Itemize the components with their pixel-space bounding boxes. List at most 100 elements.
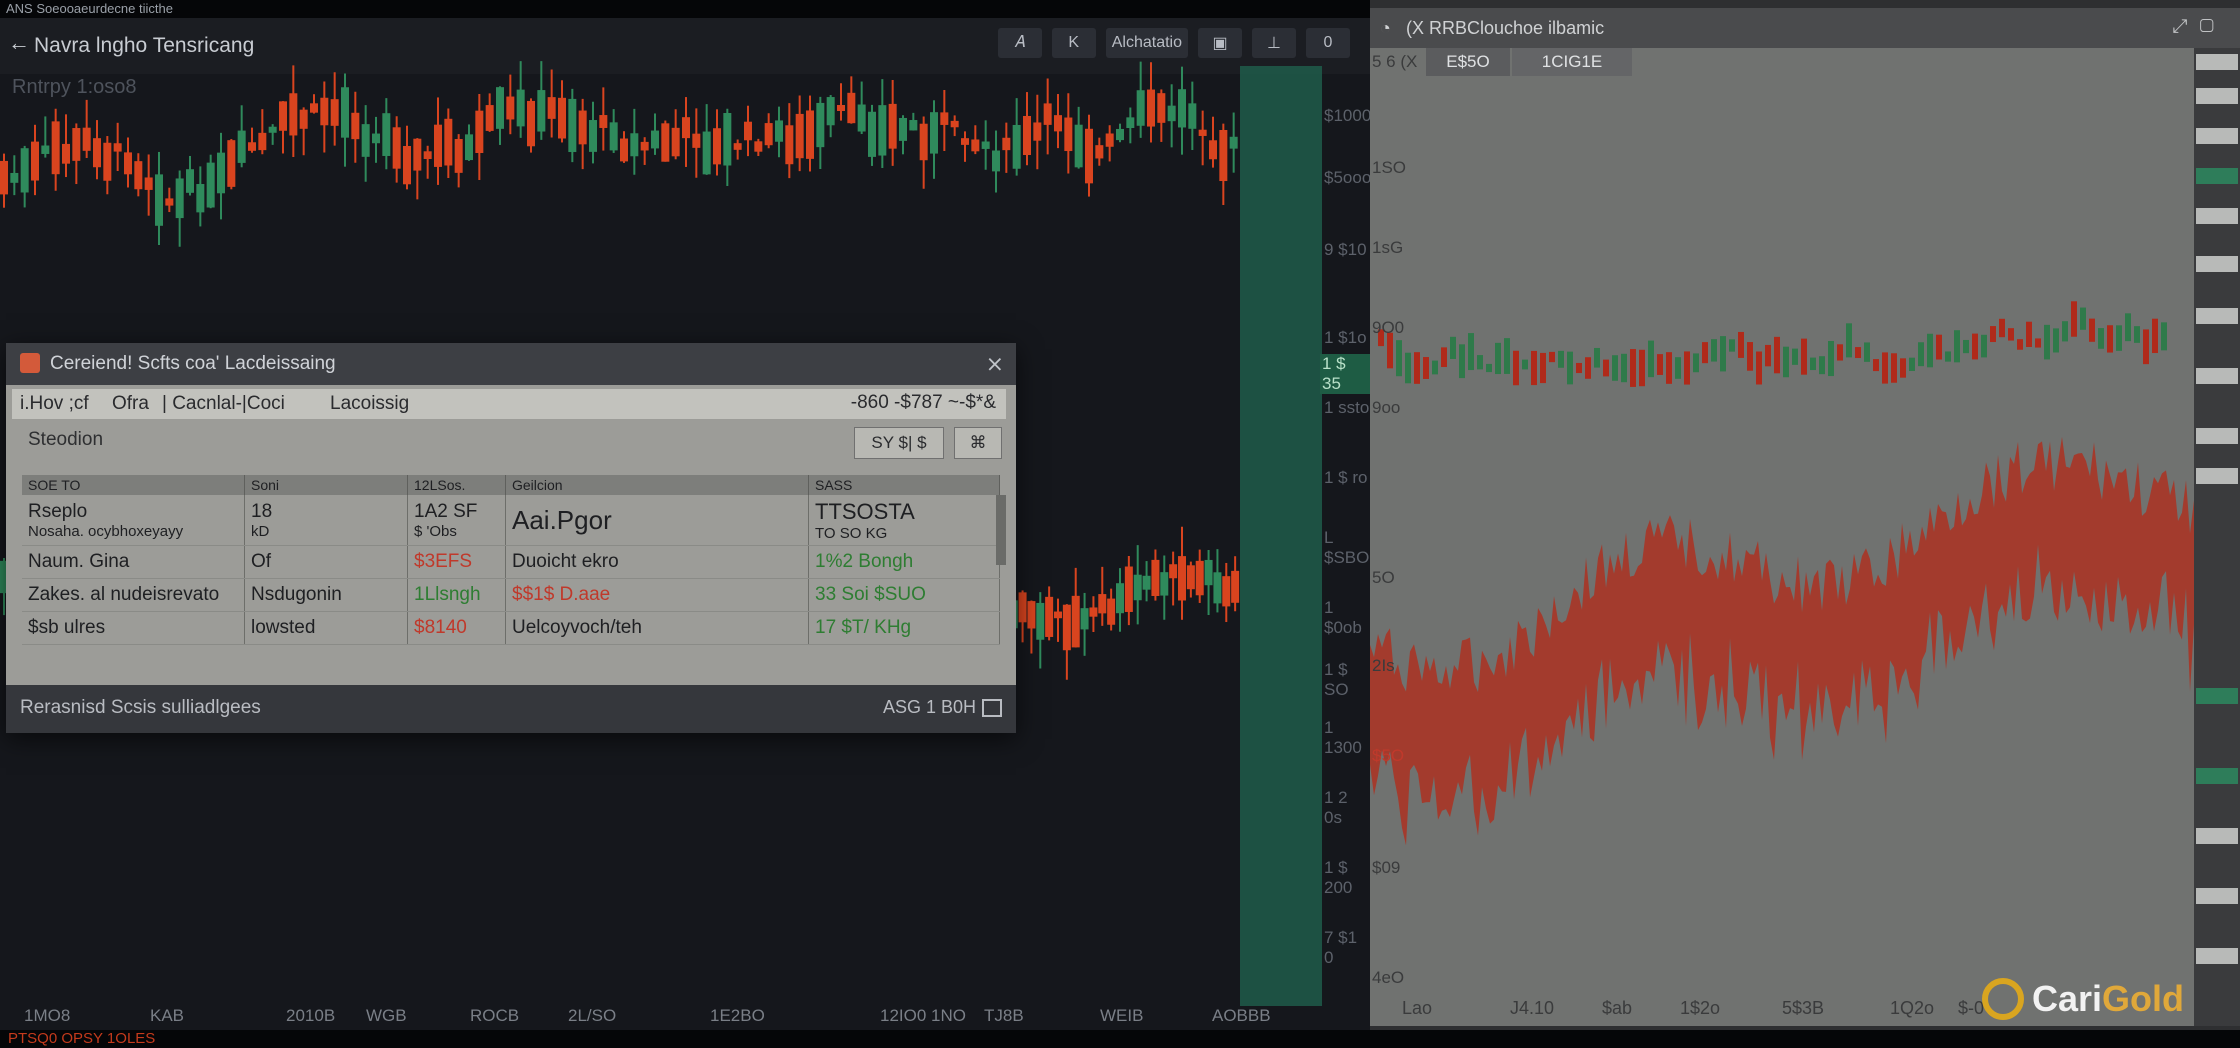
- price-label: 1 1300: [1324, 718, 1362, 757]
- candle: [1396, 340, 1402, 377]
- candle: [1720, 336, 1726, 372]
- cell-sub: Nosaha. ocybhoxeyayy: [28, 522, 184, 540]
- x-label: 5$3B: [1782, 998, 1825, 1018]
- tab-history[interactable]: i.Hov ;cf: [20, 393, 89, 415]
- right-chart-header: ◔ (X RRBClouchoe ilbamic ⤢▢: [1370, 8, 2240, 48]
- area-series: [1370, 436, 2194, 846]
- candle: [1954, 330, 1960, 363]
- column-header[interactable]: SOE TO: [22, 475, 245, 495]
- candle: [1684, 351, 1690, 385]
- y-label: 1SO: [1372, 158, 1407, 177]
- candle: [1936, 334, 1942, 360]
- candle: [1765, 344, 1771, 367]
- candle: [1891, 353, 1897, 383]
- right-chart-title: (X RRBClouchoe ilbamic: [1406, 18, 1605, 38]
- window-controls[interactable]: ⤢▢: [2172, 16, 2226, 38]
- candle: [2008, 328, 2014, 341]
- y-label: 5O: [1372, 568, 1395, 587]
- table-row[interactable]: Naum. Gina Of $3EFS Duoicht ekro 1%2 Bon…: [22, 545, 1000, 579]
- cell-price: $3EFS: [407, 545, 506, 579]
- cell-value: 33 Soi $SUO: [808, 578, 1000, 612]
- trade-table: SOE TO Soni 12LSos. Geilcion SASS Rseplo…: [22, 475, 1000, 645]
- cell-qty: Of: [244, 545, 408, 579]
- cell-value: TTSOSTA: [815, 498, 915, 524]
- column-header[interactable]: Soni: [244, 475, 408, 495]
- y-label: 9O0: [1372, 318, 1405, 337]
- cell-sub: TO SO KG: [815, 524, 888, 542]
- price-label: 1 $0ob: [1324, 598, 1362, 637]
- time-label: TJ8B: [984, 1006, 1024, 1025]
- price-label: 1 $ ro: [1324, 468, 1368, 487]
- expand-icon[interactable]: [982, 699, 1002, 717]
- time-label: WGB: [366, 1006, 407, 1025]
- cell-sub: kD: [251, 522, 270, 540]
- candle: [1486, 363, 1492, 373]
- close-icon[interactable]: ⨯: [986, 351, 1004, 377]
- column-header[interactable]: 12LSos.: [407, 475, 506, 495]
- table-row[interactable]: $sb ulres lowsted $8140 Uelcoyvoch/teh 1…: [22, 611, 1000, 645]
- candle: [1909, 357, 1915, 371]
- table-row[interactable]: Rseplo Nosaha. ocybhoxeyayy 18 kD 1A2 SF $ …: [22, 495, 1000, 546]
- candle: [1621, 353, 1627, 383]
- side-tick: [2196, 948, 2238, 964]
- x-label: J4.10: [1510, 998, 1555, 1018]
- candle: [2017, 339, 2023, 350]
- candle: [1819, 356, 1825, 375]
- table-row[interactable]: Zakes. al nudeisrevato Nsdugonin 1Llsngh…: [22, 578, 1000, 612]
- tab-active[interactable]: E$5O: [1426, 48, 1510, 76]
- column-header[interactable]: SASS: [808, 475, 1000, 495]
- candle: [1972, 333, 1978, 360]
- candle: [1576, 362, 1582, 374]
- cell-name: Naum. Gina: [22, 545, 245, 579]
- y-label: 2Is: [1372, 656, 1395, 675]
- bottom-strip-text: PTSQ0 OPSY 1OLES: [8, 1030, 156, 1047]
- column-header[interactable]: Geilcion: [505, 475, 809, 495]
- tab-orders[interactable]: Ofra: [112, 393, 149, 415]
- dialog-footer: Rerasnisd Scsis sulliadlgees ASG 1 B0H: [6, 685, 1016, 733]
- table-scrollbar[interactable]: [996, 495, 1006, 565]
- candle: [2134, 326, 2140, 343]
- side-tick: [2196, 828, 2238, 844]
- candle: [1855, 347, 1861, 359]
- x-label: $-0: [1958, 998, 1985, 1018]
- candle: [1675, 357, 1681, 379]
- tab-locations[interactable]: Lacoissig: [330, 393, 409, 415]
- candle: [1405, 352, 1411, 384]
- candle: [1927, 333, 1933, 368]
- candle: [2026, 321, 2032, 347]
- side-tick: [2196, 88, 2238, 104]
- candle: [1990, 326, 1996, 343]
- cell-name: $sb ulres: [22, 611, 245, 645]
- carigold-logo: CariGold: [1982, 978, 2184, 1020]
- filter-button[interactable]: SY $| $: [854, 427, 944, 459]
- candle: [1558, 350, 1564, 368]
- candle: [1828, 340, 1834, 377]
- time-label: 2L/SO: [568, 1006, 617, 1025]
- tab-label[interactable]: 5 6 (X: [1372, 52, 1417, 72]
- x-label: 1Q2o: [1890, 998, 1935, 1018]
- candle: [1585, 357, 1591, 379]
- tab-cancelled[interactable]: | Cacnlal-|Coci: [162, 393, 285, 415]
- price-label: L $SBO: [1324, 528, 1370, 567]
- time-label: ROCB: [470, 1006, 520, 1025]
- price-label: 1 ssto: [1324, 398, 1370, 417]
- carigold-wordmark: CariGold: [2032, 978, 2185, 1019]
- cell-name: Zakes. al nudeisrevato: [22, 578, 245, 612]
- candle: [2143, 329, 2149, 365]
- right-chart-window: ◔ (X RRBClouchoe ilbamic ⤢▢ 1SO 1sG 9O0 …: [1370, 0, 2240, 1030]
- candle: [1450, 336, 1456, 359]
- candle: [1639, 349, 1645, 387]
- footer-label: Rerasnisd Scsis sulliadlgees: [20, 697, 261, 718]
- side-tick: [2196, 208, 2238, 224]
- candle: [1630, 349, 1636, 387]
- side-tick: [2196, 54, 2238, 70]
- right-plot-area[interactable]: 1SO 1sG 9O0 9oo 5O 2Is $5O $09 4eO: [1370, 48, 2194, 1026]
- right-area-chart[interactable]: [1370, 48, 2194, 1026]
- candle: [1918, 342, 1924, 367]
- candle: [1981, 334, 1987, 358]
- candle: [1999, 318, 2005, 338]
- settings-button[interactable]: ⌘: [954, 427, 1002, 459]
- cell-value: 17 $T/ KHg: [808, 611, 1000, 645]
- side-tick: [2196, 308, 2238, 324]
- tab-inactive[interactable]: 1CIG1E: [1512, 48, 1632, 76]
